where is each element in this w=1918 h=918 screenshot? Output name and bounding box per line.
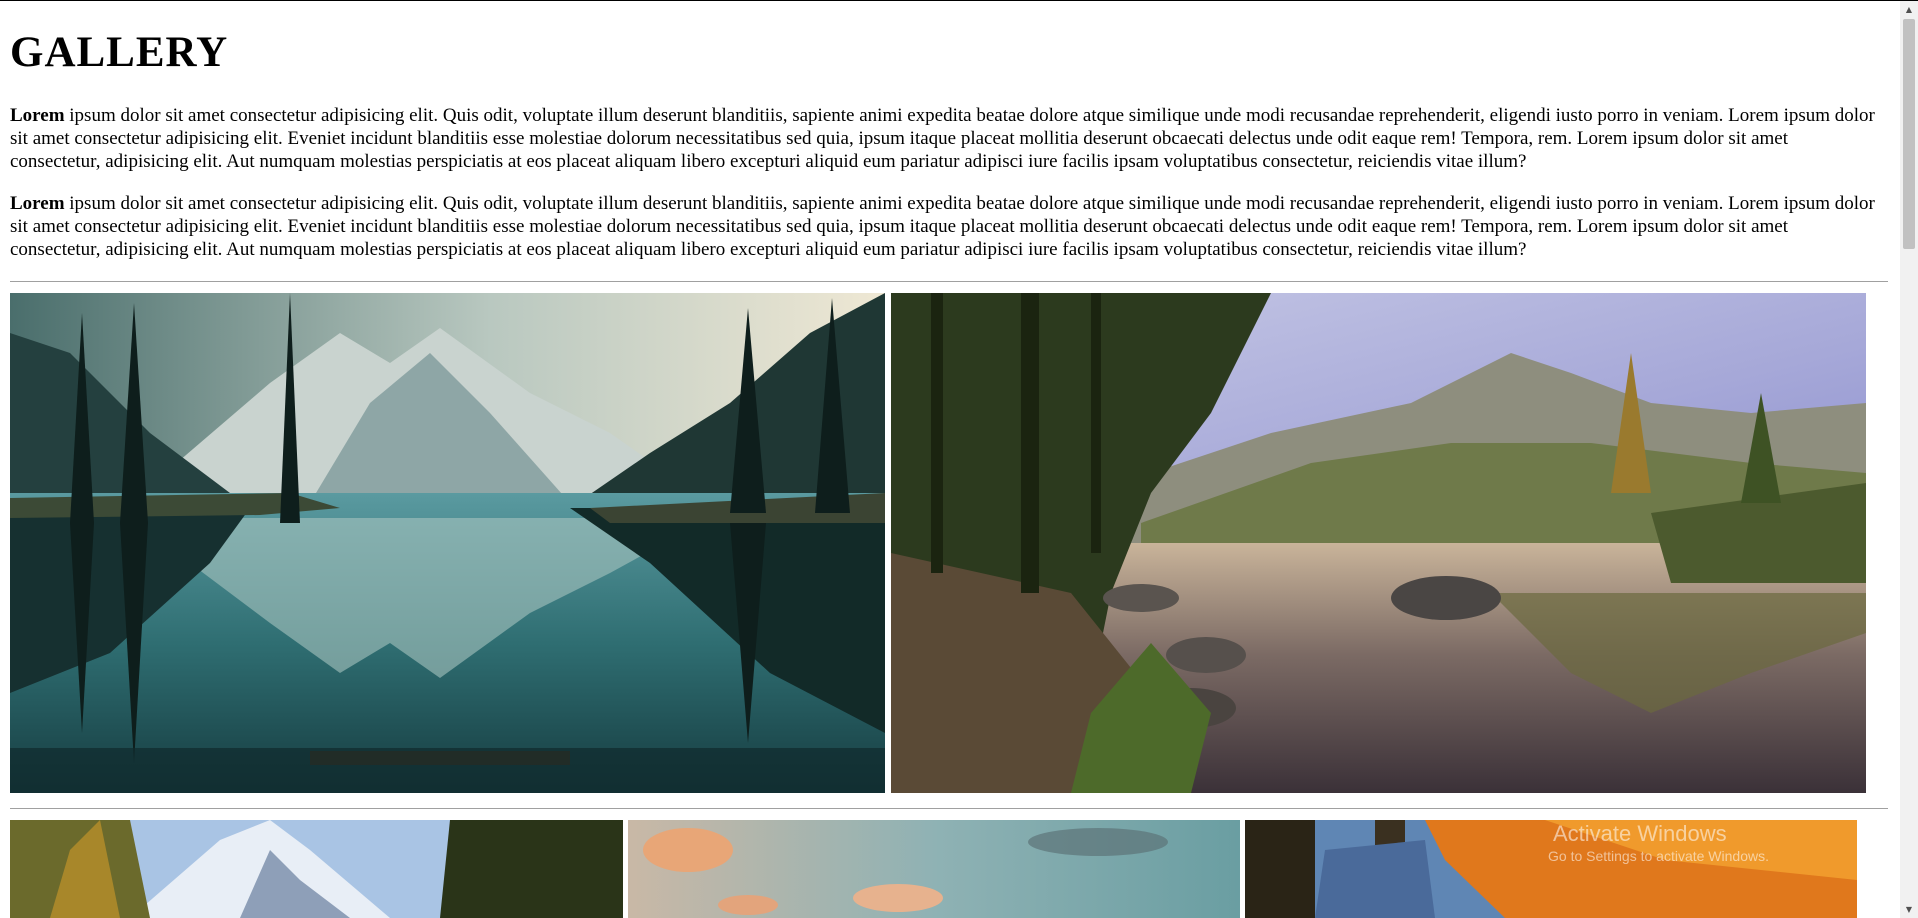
intro-paragraph-2: Lorem ipsum dolor sit amet consectetur a… xyxy=(10,192,1878,261)
divider xyxy=(10,808,1888,809)
watermark-title: Activate Windows xyxy=(1553,821,1727,846)
divider xyxy=(10,281,1888,282)
intro-paragraph-1: Lorem ipsum dolor sit amet consectetur a… xyxy=(10,104,1878,173)
page-title: GALLERY xyxy=(10,29,229,76)
paragraph-bold-word: Lorem xyxy=(10,105,65,126)
paragraph-bold-word: Lorem xyxy=(10,193,65,214)
scroll-down-arrow-icon[interactable]: ▼ xyxy=(1900,901,1918,918)
gallery-image-forest-lake xyxy=(891,293,1866,793)
vertical-scrollbar[interactable]: ▲ ▼ xyxy=(1900,1,1918,918)
paragraph-text: ipsum dolor sit amet consectetur adipisi… xyxy=(10,193,1875,260)
watermark-subtitle: Go to Settings to activate Windows. xyxy=(1548,848,1769,864)
gallery-image-mountain-lake xyxy=(10,293,885,793)
windows-activation-watermark: Activate Windows Go to Settings to activ… xyxy=(1548,821,1769,865)
scroll-up-arrow-icon[interactable]: ▲ xyxy=(1900,1,1918,18)
gallery-image-snowy-mountain xyxy=(10,820,623,918)
scrollbar-thumb[interactable] xyxy=(1903,19,1915,249)
gallery-image-sunset-clouds xyxy=(628,820,1240,918)
paragraph-text: ipsum dolor sit amet consectetur adipisi… xyxy=(10,105,1875,172)
